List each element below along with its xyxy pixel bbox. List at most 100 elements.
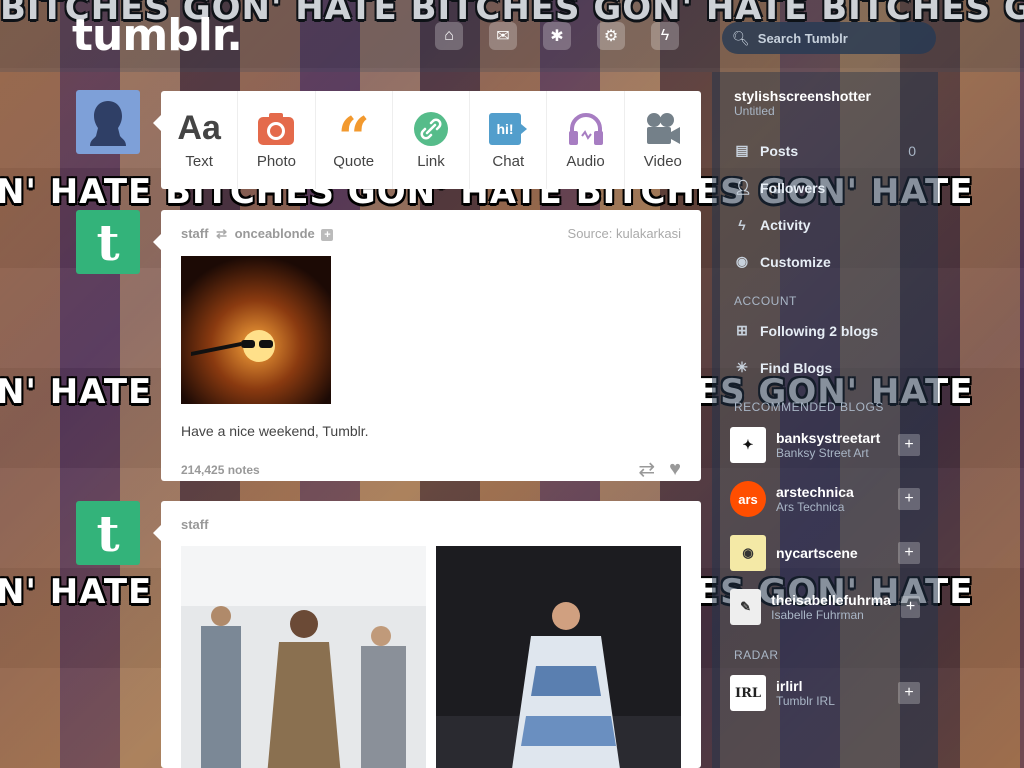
sidebar-blog-header[interactable]: stylishscreenshotter Untitled xyxy=(712,72,938,118)
reblog-icon[interactable]: ⇄ xyxy=(638,457,655,482)
recommended-blog[interactable]: ars arstechnica Ars Technica + xyxy=(712,472,938,526)
post-type-label: Chat xyxy=(492,152,525,170)
recommended-blog-subtitle: Ars Technica xyxy=(776,500,845,514)
sidebar-item-label: Find Blogs xyxy=(760,359,833,376)
post-video-button[interactable]: Video xyxy=(625,91,701,189)
avatar-nub xyxy=(153,115,161,131)
followers-icon: 👤︎ xyxy=(734,179,752,195)
post-type-label: Link xyxy=(417,152,445,170)
post-header: staff ⇄ onceablonde + Source: kulakarkas… xyxy=(161,210,701,242)
post-type-bar: Aa Text Photo “ Quote Link hi! Chat Audi… xyxy=(161,91,701,189)
sidebar-item-label: Customize xyxy=(760,253,831,270)
header-nav: ⌂ ✉ ✱ ⚙ ϟ xyxy=(435,22,679,50)
post-type-label: Audio xyxy=(566,152,605,170)
follow-plus-icon[interactable]: + xyxy=(898,434,920,456)
radar-heading: RADAR xyxy=(734,648,779,662)
follow-plus-icon[interactable]: + xyxy=(898,488,920,510)
post-link-button[interactable]: Link xyxy=(393,91,471,189)
svg-text:hi!: hi! xyxy=(497,121,514,137)
quote-icon: “ xyxy=(337,104,370,171)
post-header: staff xyxy=(161,501,701,532)
post-text-button[interactable]: Aa Text xyxy=(161,91,239,189)
activity-icon: ϟ xyxy=(738,216,746,233)
search-input[interactable] xyxy=(757,30,928,46)
sidebar-item-label: Posts xyxy=(760,142,799,159)
text-icon: Aa xyxy=(177,109,221,147)
post-quote-button[interactable]: “ Quote xyxy=(316,91,393,189)
search-icon: 🔍︎ xyxy=(732,29,750,46)
post-author-link[interactable]: staff xyxy=(181,226,208,241)
post-footer: 214,425 notes ⇄ ♥ xyxy=(161,439,701,496)
settings-gear-icon[interactable]: ⚙ xyxy=(597,22,625,50)
sidebar-item-followers[interactable]: 👤︎ Followers xyxy=(712,169,938,206)
staff-avatar[interactable]: t xyxy=(76,501,140,565)
recommended-blog-name: banksystreetart xyxy=(776,430,881,446)
banksy-avatar: ✦ xyxy=(730,427,766,463)
radar-blog-subtitle: Tumblr IRL xyxy=(776,694,835,708)
customize-eye-icon: ◉ xyxy=(735,253,749,269)
irl-avatar: IRL xyxy=(730,675,766,711)
post-photo-fashion-2[interactable] xyxy=(436,546,681,768)
post-type-label: Photo xyxy=(256,152,297,170)
recommended-blog-subtitle: Isabelle Fuhrman xyxy=(771,608,864,622)
sidebar-item-label: Following 2 blogs xyxy=(760,322,879,339)
activity-icon[interactable]: ϟ xyxy=(651,22,679,50)
sidebar-item-following[interactable]: ⊞ Following 2 blogs xyxy=(712,312,938,349)
post-card: staff ⇄ onceablonde + Source: kulakarkas… xyxy=(161,210,701,481)
posts-icon: ▤ xyxy=(735,142,749,158)
staff-avatar[interactable]: t xyxy=(76,210,140,274)
avatar-nub xyxy=(153,234,161,250)
recommended-blog[interactable]: ✦ banksystreetart Banksy Street Art + xyxy=(712,418,938,472)
sidebar-item-find-blogs[interactable]: ✳ Find Blogs xyxy=(712,349,938,386)
explore-icon[interactable]: ✱ xyxy=(543,22,571,50)
sidebar-item-activity[interactable]: ϟ Activity xyxy=(712,206,938,243)
follow-plus-icon[interactable]: + xyxy=(898,682,920,704)
follow-plus-icon[interactable]: + xyxy=(898,542,920,564)
sidebar-blog-subtitle: Untitled xyxy=(734,104,775,118)
photo-icon xyxy=(257,111,295,147)
notes-count[interactable]: 214,425 notes xyxy=(181,463,260,477)
source-link[interactable]: kulakarkasi xyxy=(616,226,681,241)
follow-plus-icon[interactable]: + xyxy=(900,596,920,618)
sidebar-item-posts[interactable]: ▤ Posts 0 xyxy=(712,132,938,169)
arstechnica-avatar: ars xyxy=(730,481,766,517)
sidebar-item-label: Activity xyxy=(760,216,811,233)
avatar-nub xyxy=(153,525,161,541)
post-card: staff xyxy=(161,501,701,768)
post-photo-button[interactable]: Photo xyxy=(238,91,316,189)
source-label: Source: xyxy=(567,226,613,241)
reblogged-from-link[interactable]: onceablonde xyxy=(235,226,315,241)
tumblr-logo[interactable]: tumblr. xyxy=(72,10,243,61)
sidebar-item-count: 0 xyxy=(908,142,916,159)
find-blogs-icon: ✳ xyxy=(736,359,748,375)
recommended-blog-name: theisabellefuhrma xyxy=(771,592,891,608)
post-author-link[interactable]: staff xyxy=(181,517,208,532)
sidebar-item-label: Followers xyxy=(760,179,826,196)
radar-blog[interactable]: IRL irlirl Tumblr IRL + xyxy=(712,666,938,720)
recommended-blog[interactable]: ◉ nycartscene + xyxy=(712,526,938,580)
post-type-label: Text xyxy=(185,152,213,170)
link-icon xyxy=(413,111,449,147)
user-avatar[interactable] xyxy=(76,90,140,154)
post-audio-button[interactable]: Audio xyxy=(547,91,625,189)
search-box[interactable]: 🔍︎ xyxy=(722,22,936,54)
inbox-icon[interactable]: ✉ xyxy=(489,22,517,50)
silhouette-icon xyxy=(90,101,126,146)
recommended-blog-name: arstechnica xyxy=(776,484,854,500)
dashboard-home-icon[interactable]: ⌂ xyxy=(435,22,463,50)
recommended-blog[interactable]: ✎ theisabellefuhrma Isabelle Fuhrman + xyxy=(712,580,938,634)
post-chat-button[interactable]: hi! Chat xyxy=(470,91,548,189)
account-heading: ACCOUNT xyxy=(734,294,797,308)
recommended-blog-subtitle: Banksy Street Art xyxy=(776,446,869,460)
follow-plus-icon[interactable]: + xyxy=(321,229,334,241)
like-heart-icon[interactable]: ♥ xyxy=(669,458,681,481)
sidebar-item-customize[interactable]: ◉ Customize xyxy=(712,243,938,280)
video-icon xyxy=(644,111,682,147)
post-photo-fashion-1[interactable] xyxy=(181,546,426,768)
isabelle-avatar: ✎ xyxy=(730,589,762,625)
audio-icon xyxy=(567,111,605,147)
reblog-arrow-icon: ⇄ xyxy=(216,226,227,241)
sidebar: stylishscreenshotter Untitled ▤ Posts 0 … xyxy=(712,72,938,768)
post-photo-sunset[interactable] xyxy=(181,256,331,404)
post-type-label: Video xyxy=(643,152,682,170)
